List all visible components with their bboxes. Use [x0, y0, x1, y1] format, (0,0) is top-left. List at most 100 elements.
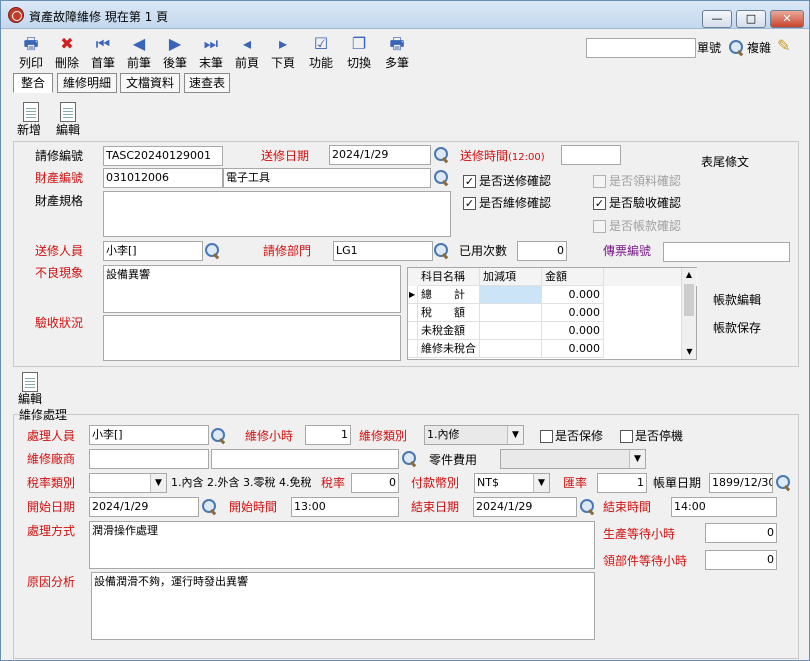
- edit-doc-icon[interactable]: [60, 102, 76, 122]
- hours-field[interactable]: 1: [305, 425, 351, 445]
- toolbar-button-10[interactable]: 🖶 多筆: [379, 35, 415, 71]
- search-icon[interactable]: [401, 450, 419, 468]
- scroll-thumb[interactable]: [684, 284, 694, 316]
- tab-integrate[interactable]: 整合: [13, 73, 53, 93]
- search-icon[interactable]: [201, 498, 219, 516]
- toolbar-button-0[interactable]: 🖶 列印: [13, 35, 49, 71]
- tax-type-note: 1.內含 2.外含 3.零稅 4.免稅: [171, 476, 312, 489]
- parts-fee-select[interactable]: ▼: [500, 449, 646, 469]
- minimize-button[interactable]: —: [702, 10, 732, 28]
- start-time-label: 開始時間: [229, 500, 278, 514]
- handler-field[interactable]: 小李[]: [89, 425, 209, 445]
- tax-rate-field[interactable]: 0: [351, 473, 399, 493]
- sender-field[interactable]: 小李[]: [103, 241, 203, 261]
- chevron-down-icon[interactable]: ▼: [150, 474, 166, 492]
- toolbar-button-2[interactable]: ⏮ 首筆: [85, 35, 121, 71]
- new-button[interactable]: 新增: [17, 121, 41, 139]
- end-date-field[interactable]: 2024/1/29: [473, 497, 577, 517]
- chevron-down-icon[interactable]: ▼: [533, 474, 549, 492]
- vendor-code-field[interactable]: [89, 449, 209, 469]
- copy-icon[interactable]: ✎: [777, 37, 790, 55]
- toolbar-button-5[interactable]: ⏭ 末筆: [193, 35, 229, 71]
- grid-scrollbar[interactable]: ▲ ▼: [681, 268, 696, 359]
- toolbar-button-label: 後筆: [162, 56, 187, 70]
- send-date-field[interactable]: 2024/1/29: [329, 145, 431, 165]
- warranty-checkbox[interactable]: [540, 430, 553, 443]
- edit-button[interactable]: 編輯: [56, 121, 80, 139]
- new-doc-icon[interactable]: [23, 102, 39, 122]
- search-icon[interactable]: [579, 498, 597, 516]
- bill-date-field[interactable]: 1899/12/30: [709, 473, 773, 493]
- repair-confirm-checkbox[interactable]: ✓: [463, 197, 476, 210]
- method-field[interactable]: 潤滑操作處理: [89, 521, 595, 569]
- currency-select[interactable]: NT$ ▼: [474, 473, 550, 493]
- search-input[interactable]: [586, 38, 696, 58]
- grid-cell-name: 稅 額: [418, 304, 480, 322]
- search-icon[interactable]: [433, 242, 451, 260]
- accept-status-field[interactable]: [103, 315, 401, 361]
- row-indicator-icon: ▶: [408, 286, 418, 304]
- table-row[interactable]: ▶ 總 計 0.000: [408, 286, 681, 304]
- repair-edit-icon[interactable]: [22, 372, 38, 392]
- scroll-up-icon[interactable]: ▲: [682, 268, 696, 282]
- send-date-label: 送修日期: [261, 149, 310, 163]
- account-edit-button[interactable]: 帳款編輯: [713, 291, 761, 309]
- accept-confirm-checkbox[interactable]: ✓: [593, 197, 606, 210]
- tab-documents[interactable]: 文檔資料: [120, 73, 180, 93]
- toolbar-button-3[interactable]: ◀ 前筆: [121, 35, 157, 71]
- request-no-field[interactable]: TASC20240129001: [103, 146, 223, 166]
- used-count-field[interactable]: 0: [517, 241, 567, 261]
- account-confirm-checkbox[interactable]: [593, 220, 606, 233]
- dept-field[interactable]: LG1: [333, 241, 433, 261]
- cause-field[interactable]: 設備潤滑不夠，運行時發出異響: [91, 572, 595, 640]
- close-button[interactable]: ✕: [770, 10, 804, 28]
- grid-cell-plus: [480, 286, 542, 304]
- account-grid[interactable]: 科目名稱 加減項 金額 ▶ 總 計 0.000 稅 額 0.000 未稅金額 0.000 維修…: [407, 267, 698, 360]
- start-date-field[interactable]: 2024/1/29: [89, 497, 199, 517]
- table-row[interactable]: 維修未稅合 0.000: [408, 340, 681, 358]
- start-time-field[interactable]: 13:00: [291, 497, 399, 517]
- chevron-down-icon[interactable]: ▼: [507, 426, 523, 444]
- toolbar-button-9[interactable]: ❐ 切換: [341, 35, 377, 71]
- search-icon[interactable]: [728, 39, 746, 57]
- toolbar-button-4[interactable]: ▶ 後筆: [157, 35, 193, 71]
- tax-type-select[interactable]: ▼: [89, 473, 167, 493]
- repair-confirm-label: 是否維修確認: [479, 196, 552, 210]
- toolbar-button-8[interactable]: ☑ 功能: [303, 35, 339, 71]
- sent-confirm-checkbox[interactable]: ✓: [463, 175, 476, 188]
- vendor-name-field[interactable]: [211, 449, 399, 469]
- grid-cell-name: 總 計: [418, 286, 480, 304]
- wait-parts-field[interactable]: 0: [705, 550, 777, 570]
- tab-repair-detail[interactable]: 維修明細: [57, 73, 117, 93]
- material-confirm-checkbox[interactable]: [593, 175, 606, 188]
- send-time-field[interactable]: [561, 145, 621, 165]
- tab-quick-lookup[interactable]: 速查表: [184, 73, 230, 93]
- symptom-field[interactable]: 設備異響: [103, 265, 401, 313]
- end-time-field[interactable]: 14:00: [671, 497, 777, 517]
- voucher-field[interactable]: [663, 242, 790, 262]
- toolbar-button-1[interactable]: ✖ 刪除: [49, 35, 85, 71]
- toolbar-button-7[interactable]: ▸ 下頁: [265, 35, 301, 71]
- search-icon[interactable]: [433, 169, 451, 187]
- account-save-button[interactable]: 帳款保存: [713, 319, 761, 337]
- stop-machine-checkbox[interactable]: [620, 430, 633, 443]
- asset-no-field[interactable]: 031012006: [103, 168, 223, 188]
- toolbar-button-6[interactable]: ◂ 前頁: [229, 35, 265, 71]
- table-row[interactable]: 稅 額 0.000: [408, 304, 681, 322]
- tail-text-label[interactable]: 表尾條文: [701, 153, 749, 171]
- spec-field[interactable]: [103, 191, 451, 237]
- maximize-button[interactable]: □: [736, 10, 766, 28]
- table-row[interactable]: 未稅金額 0.000: [408, 322, 681, 340]
- repair-type-value: 1.內修: [427, 428, 460, 441]
- search-icon[interactable]: [204, 242, 222, 260]
- chevron-down-icon[interactable]: ▼: [629, 450, 645, 468]
- search-icon[interactable]: [210, 427, 228, 445]
- exchange-rate-field[interactable]: 1: [597, 473, 647, 493]
- scroll-down-icon[interactable]: ▼: [682, 345, 697, 359]
- wait-production-field[interactable]: 0: [705, 523, 777, 543]
- asset-name-field[interactable]: 電子工具: [223, 168, 431, 188]
- repair-type-select[interactable]: 1.內修 ▼: [424, 425, 524, 445]
- search-icon[interactable]: [433, 146, 451, 164]
- tax-rate-label: 稅率: [321, 476, 346, 490]
- search-icon[interactable]: [775, 474, 793, 492]
